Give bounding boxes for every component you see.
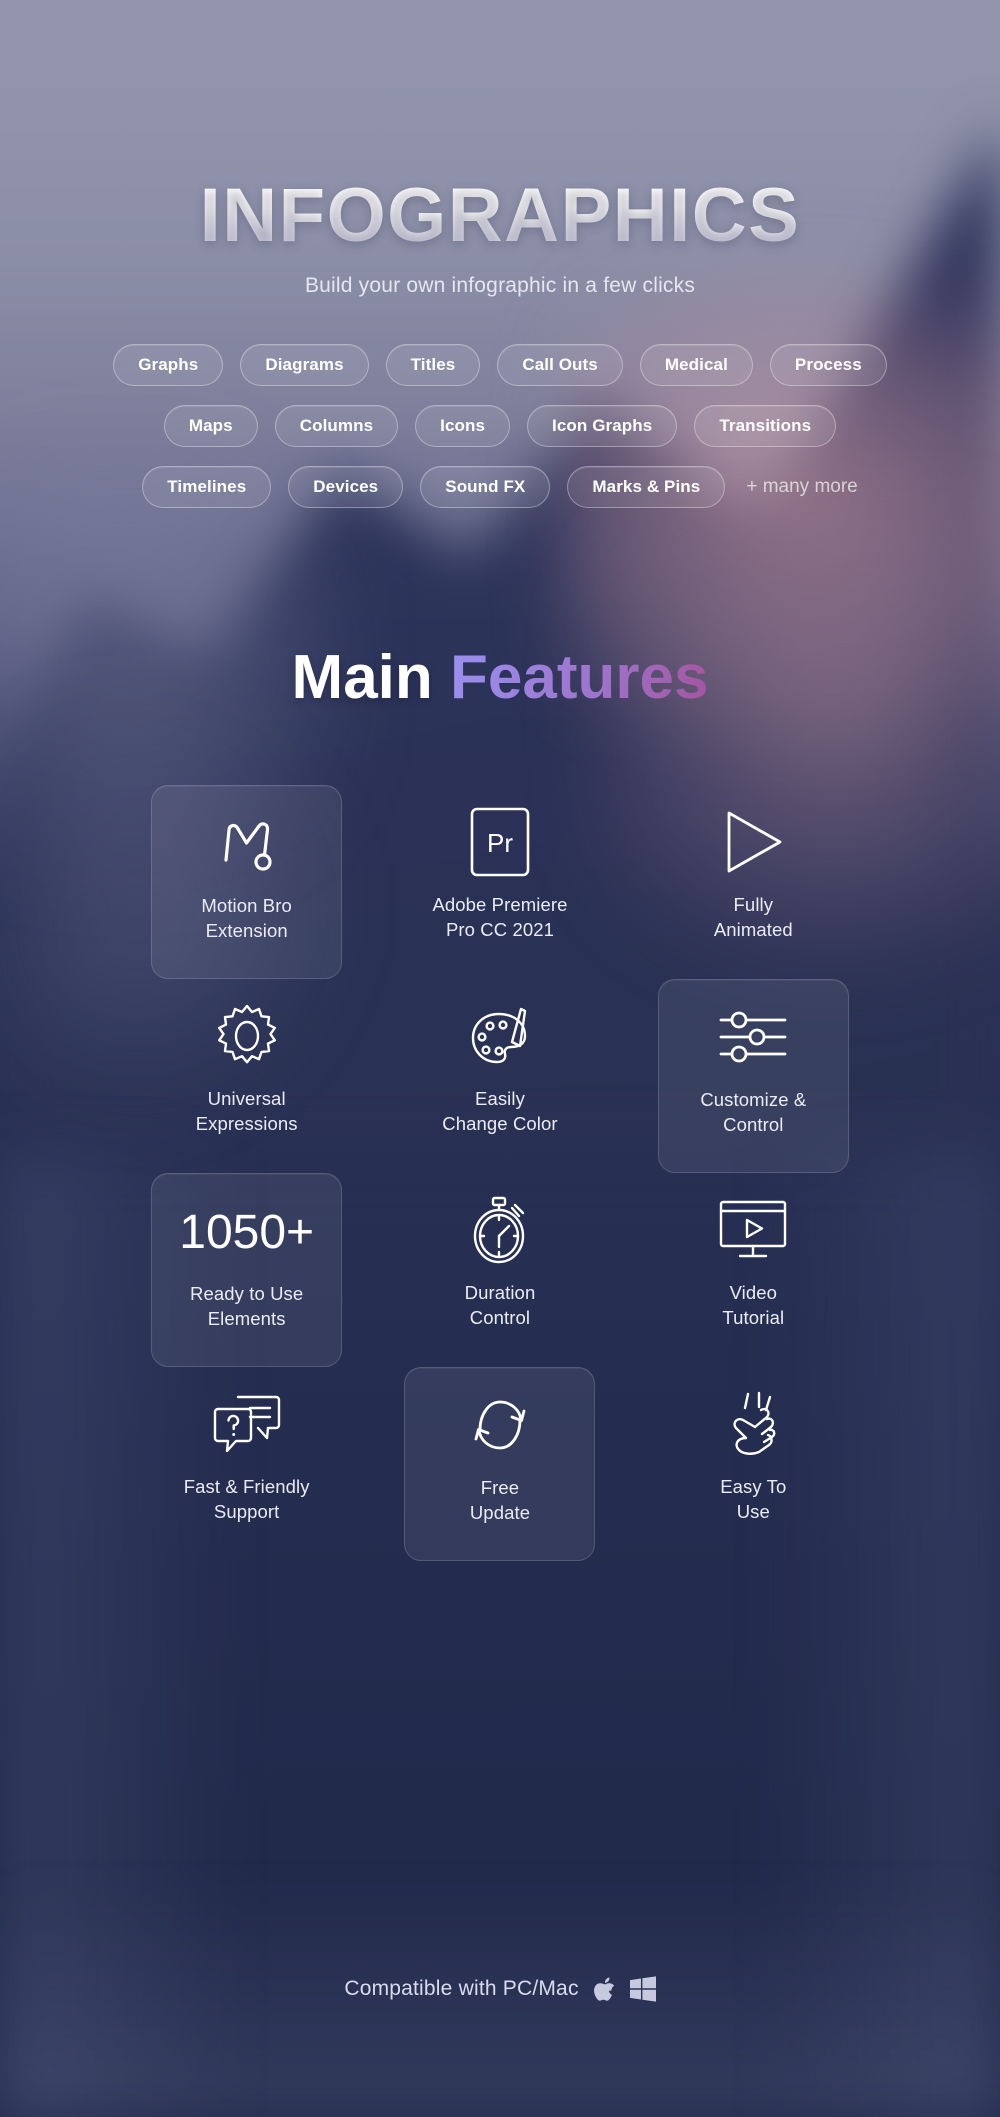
feature-label-line2: Tutorial bbox=[722, 1306, 785, 1328]
category-pill-process[interactable]: Process bbox=[769, 344, 887, 386]
category-pill-devices[interactable]: Devices bbox=[288, 466, 404, 508]
adobe-premiere-pr-icon: Pr bbox=[469, 785, 531, 893]
category-pill-row-1: Graphs Diagrams Titles Call Outs Medical… bbox=[0, 344, 1000, 386]
category-pill-graphs[interactable]: Graphs bbox=[113, 344, 224, 386]
heading-word-features: Features bbox=[450, 643, 709, 712]
color-palette-icon bbox=[465, 979, 535, 1087]
feature-label-line1: Adobe Premiere bbox=[432, 894, 568, 915]
feature-label: Fully Animated bbox=[714, 893, 793, 942]
category-pill-row-2: Maps Columns Icons Icon Graphs Transitio… bbox=[0, 405, 1000, 447]
feature-label-line2: Change Color bbox=[442, 1112, 558, 1134]
feature-card-highlight[interactable]: Motion Bro Extension bbox=[151, 785, 343, 979]
compatibility-footer: Compatible with PC/Mac bbox=[0, 1975, 1000, 2003]
feature-label-line1: Fast & Friendly bbox=[183, 1476, 310, 1497]
feature-label-line1: Duration bbox=[464, 1282, 536, 1303]
snapping-fingers-icon bbox=[721, 1367, 785, 1475]
feature-label: Duration Control bbox=[465, 1281, 536, 1330]
video-monitor-icon bbox=[716, 1173, 790, 1281]
feature-label-line2: Extension bbox=[205, 919, 288, 941]
apple-logo-icon bbox=[593, 1975, 616, 2003]
category-pill-sound-fx[interactable]: Sound FX bbox=[420, 466, 551, 508]
feature-card-highlight[interactable]: 1050+ Ready to Use Elements bbox=[151, 1173, 343, 1367]
feature-cell-video-tutorial[interactable]: Video Tutorial bbox=[627, 1173, 880, 1367]
heading-word-main: Main bbox=[291, 643, 450, 712]
feature-label: Universal Expressions bbox=[196, 1087, 298, 1136]
play-triangle-icon bbox=[720, 785, 786, 893]
category-pill-diagrams[interactable]: Diagrams bbox=[240, 344, 369, 386]
main-features-heading: Main Features bbox=[0, 642, 1000, 713]
compatibility-label: Compatible with PC/Mac bbox=[344, 1977, 579, 2000]
feature-label: Free Update bbox=[470, 1476, 530, 1525]
feature-label-line1: Customize & bbox=[700, 1089, 807, 1110]
stopwatch-icon bbox=[467, 1173, 533, 1281]
category-pill-call-outs[interactable]: Call Outs bbox=[497, 344, 623, 386]
category-pill-titles[interactable]: Titles bbox=[385, 344, 481, 386]
hero-section: INFOGRAPHICS Build your own infographic … bbox=[0, 0, 1000, 298]
feature-label: Motion Bro Extension bbox=[201, 894, 291, 943]
svg-text:Pr: Pr bbox=[487, 828, 513, 858]
category-pill-timelines[interactable]: Timelines bbox=[142, 466, 272, 508]
feature-cell-change-color[interactable]: Easily Change Color bbox=[373, 979, 626, 1173]
feature-label-line2: Update bbox=[469, 1501, 531, 1523]
elements-count-value: 1050+ bbox=[179, 1205, 315, 1259]
feature-label-line2: Support bbox=[213, 1500, 280, 1522]
page-subtitle: Build your own infographic in a few clic… bbox=[304, 274, 696, 297]
feature-label-line1: Motion Bro bbox=[201, 895, 292, 916]
feature-label-line1: Video bbox=[729, 1282, 778, 1303]
category-pill-medical[interactable]: Medical bbox=[639, 344, 753, 386]
feature-cell-fully-animated[interactable]: Fully Animated bbox=[627, 785, 880, 979]
feature-label-line1: Easily bbox=[475, 1088, 525, 1109]
feature-cell-support[interactable]: Fast & Friendly Support bbox=[120, 1367, 373, 1561]
chat-question-icon bbox=[210, 1367, 284, 1475]
feature-grid: Motion Bro Extension Pr Adobe Premiere P… bbox=[120, 785, 880, 1561]
feature-label-line2: Animated bbox=[713, 918, 793, 940]
gear-icon bbox=[214, 979, 280, 1087]
feature-label-line1: Universal bbox=[207, 1088, 286, 1109]
feature-label-line2: Control bbox=[723, 1113, 784, 1135]
feature-cell-elements-count[interactable]: 1050+ Ready to Use Elements bbox=[120, 1173, 373, 1367]
windows-logo-icon bbox=[629, 1976, 656, 2002]
page-title: INFOGRAPHICS bbox=[199, 173, 801, 258]
feature-cell-easy-to-use[interactable]: Easy To Use bbox=[627, 1367, 880, 1561]
sliders-icon bbox=[717, 980, 789, 1088]
refresh-arrows-icon bbox=[467, 1368, 533, 1476]
category-pill-transitions[interactable]: Transitions bbox=[694, 405, 837, 447]
category-pill-icon-graphs[interactable]: Icon Graphs bbox=[527, 405, 678, 447]
feature-label: Easily Change Color bbox=[442, 1087, 557, 1136]
feature-label-line1: Ready to Use bbox=[190, 1283, 304, 1304]
feature-label: Customize & Control bbox=[700, 1088, 806, 1137]
feature-label: Ready to Use Elements bbox=[190, 1282, 303, 1331]
feature-card-highlight[interactable]: Free Update bbox=[404, 1367, 596, 1561]
feature-label-line2: Elements bbox=[207, 1307, 286, 1329]
feature-label-line2: Expressions bbox=[195, 1112, 298, 1134]
feature-label: Video Tutorial bbox=[722, 1281, 784, 1330]
motion-bro-logo-icon bbox=[215, 786, 279, 894]
many-more-label: + many more bbox=[746, 476, 858, 497]
feature-label: Fast & Friendly Support bbox=[184, 1475, 310, 1524]
feature-cell-adobe-premiere[interactable]: Pr Adobe Premiere Pro CC 2021 bbox=[373, 785, 626, 979]
feature-label-line2: Control bbox=[469, 1306, 531, 1328]
category-pill-columns[interactable]: Columns bbox=[274, 405, 399, 447]
feature-cell-motion-bro[interactable]: Motion Bro Extension bbox=[120, 785, 373, 979]
feature-label: Easy To Use bbox=[720, 1475, 786, 1524]
feature-card-highlight[interactable]: Customize & Control bbox=[657, 979, 849, 1173]
page-root: INFOGRAPHICS Build your own infographic … bbox=[0, 0, 1000, 2117]
category-pill-icons[interactable]: Icons bbox=[415, 405, 511, 447]
feature-cell-duration-control[interactable]: Duration Control bbox=[373, 1173, 626, 1367]
category-pill-maps[interactable]: Maps bbox=[163, 405, 258, 447]
feature-label-line1: Free bbox=[480, 1477, 520, 1498]
feature-label: Adobe Premiere Pro CC 2021 bbox=[432, 893, 567, 942]
feature-label-line1: Fully bbox=[733, 894, 774, 915]
feature-label-line2: Pro CC 2021 bbox=[445, 918, 554, 940]
feature-cell-universal-expressions[interactable]: Universal Expressions bbox=[120, 979, 373, 1173]
feature-cell-customize-control[interactable]: Customize & Control bbox=[627, 979, 880, 1173]
category-pill-list: Graphs Diagrams Titles Call Outs Medical… bbox=[0, 344, 1000, 508]
feature-cell-free-update[interactable]: Free Update bbox=[373, 1367, 626, 1561]
category-pill-row-3: Timelines Devices Sound FX Marks & Pins … bbox=[0, 466, 1000, 508]
feature-label-line1: Easy To bbox=[720, 1476, 787, 1497]
category-pill-marks-pins[interactable]: Marks & Pins bbox=[567, 466, 726, 508]
feature-label-line2: Use bbox=[736, 1500, 770, 1522]
